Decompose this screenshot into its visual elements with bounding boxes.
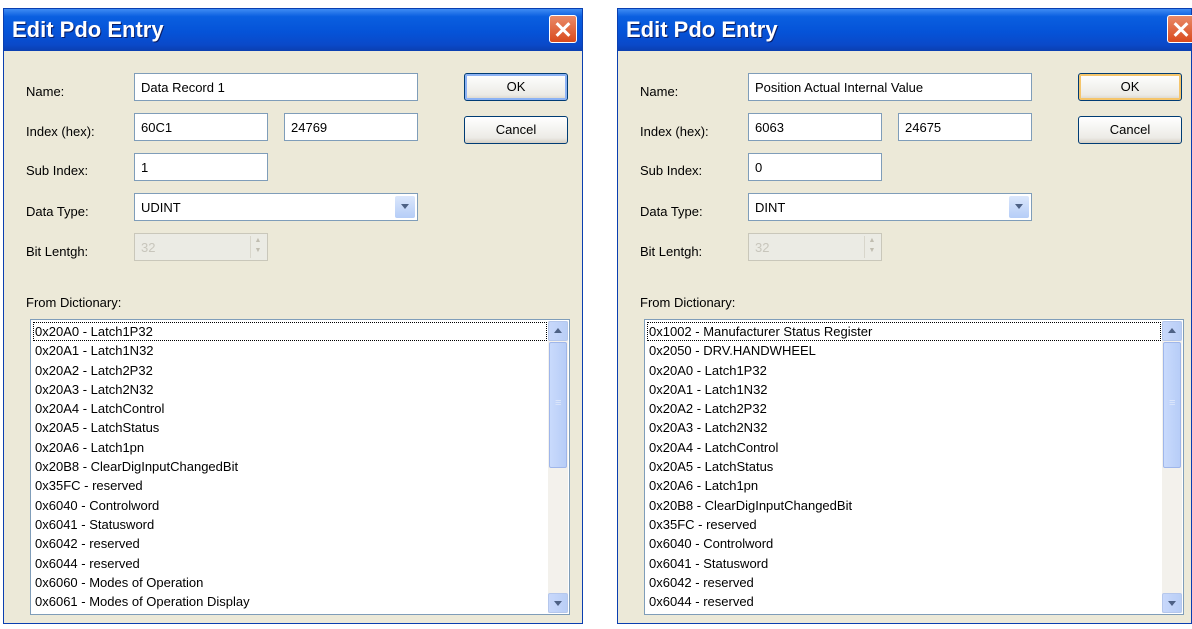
list-item[interactable]: 0x20A0 - Latch1P32: [33, 322, 547, 342]
bitlength-value: 32: [755, 240, 770, 255]
list-item[interactable]: 0x6061 - Modes of Operation Display: [33, 592, 547, 611]
list-item[interactable]: 0x6044 - reserved: [647, 592, 1161, 611]
dictionary-label: From Dictionary:: [26, 295, 122, 310]
list-item[interactable]: 0x20B8 - ClearDigInputChangedBit: [33, 457, 547, 476]
list-item[interactable]: 0x20A5 - LatchStatus: [33, 418, 547, 437]
index-label: Index (hex):: [640, 124, 709, 139]
subindex-field[interactable]: 0: [748, 153, 882, 181]
dictionary-items: 0x20A0 - Latch1P32 0x20A1 - Latch1N32 0x20…: [33, 322, 547, 611]
list-item[interactable]: 0x2050 - DRV.HANDWHEEL: [647, 341, 1161, 360]
list-item[interactable]: 0x6042 - reserved: [33, 534, 547, 553]
title-bar[interactable]: Edit Pdo Entry: [4, 9, 582, 51]
index-hex-field[interactable]: 60C1: [134, 113, 268, 141]
dialog-title: Edit Pdo Entry: [626, 17, 778, 42]
index-dec-field[interactable]: 24769: [284, 113, 418, 141]
index-label: Index (hex):: [26, 124, 95, 139]
arrow-up-icon[interactable]: [548, 321, 568, 341]
list-item[interactable]: 0x6060 - Modes of Operation: [33, 573, 547, 592]
list-item[interactable]: 0x20A6 - Latch1pn: [33, 438, 547, 457]
cancel-button[interactable]: Cancel: [1078, 116, 1182, 144]
dialog-title: Edit Pdo Entry: [12, 17, 164, 42]
dictionary-items: 0x1002 - Manufacturer Status Register 0x2…: [647, 322, 1161, 611]
list-item[interactable]: 0x20A3 - Latch2N32: [647, 418, 1161, 437]
list-item[interactable]: 0x20B8 - ClearDigInputChangedBit: [647, 496, 1161, 515]
vertical-scrollbar[interactable]: [1162, 321, 1182, 613]
index-hex-field[interactable]: 6063: [748, 113, 882, 141]
list-item[interactable]: 0x20A6 - Latch1pn: [647, 476, 1161, 495]
scroll-thumb[interactable]: [549, 342, 567, 468]
list-item[interactable]: 0x20A4 - LatchControl: [33, 399, 547, 418]
close-icon[interactable]: [549, 15, 577, 43]
subindex-field[interactable]: 1: [134, 153, 268, 181]
subindex-label: Sub Index:: [26, 163, 89, 178]
datatype-value: UDINT: [141, 200, 181, 215]
name-field[interactable]: Data Record 1: [134, 73, 418, 101]
list-item[interactable]: 0x6040 - Controlword: [33, 496, 547, 515]
list-item[interactable]: 0x20A1 - Latch1N32: [33, 341, 547, 360]
arrow-down-icon[interactable]: [1162, 593, 1182, 613]
bitlength-label: Bit Lentgh:: [640, 244, 703, 259]
chevron-down-icon[interactable]: [395, 196, 415, 218]
bitlength-spinner: 32 ▲ ▼: [748, 233, 882, 261]
list-item[interactable]: 0x35FC - reserved: [33, 476, 547, 495]
list-item[interactable]: 0x1002 - Manufacturer Status Register: [647, 322, 1161, 342]
spinner-arrows-icon: ▲ ▼: [864, 236, 879, 258]
list-item[interactable]: 0x20A2 - Latch2P32: [33, 361, 547, 380]
name-field[interactable]: Position Actual Internal Value: [748, 73, 1032, 101]
bitlength-value: 32: [141, 240, 156, 255]
list-item[interactable]: 0x20A2 - Latch2P32: [647, 399, 1161, 418]
list-item[interactable]: 0x20A3 - Latch2N32: [33, 380, 547, 399]
bitlength-label: Bit Lentgh:: [26, 244, 89, 259]
dictionary-label: From Dictionary:: [640, 295, 736, 310]
datatype-combobox[interactable]: UDINT: [134, 193, 418, 221]
edit-pdo-entry-dialog-2: Edit Pdo Entry Name: Position Actual Int…: [617, 8, 1192, 624]
close-icon[interactable]: [1167, 15, 1192, 43]
list-item[interactable]: 0x20A0 - Latch1P32: [647, 361, 1161, 380]
arrow-down-icon[interactable]: [548, 593, 568, 613]
list-item[interactable]: 0x20A5 - LatchStatus: [647, 457, 1161, 476]
list-item[interactable]: 0x6044 - reserved: [33, 554, 547, 573]
datatype-label: Data Type:: [640, 204, 703, 219]
name-label: Name:: [26, 84, 65, 99]
list-item[interactable]: 0x6042 - reserved: [647, 573, 1161, 592]
chevron-down-icon[interactable]: [1009, 196, 1029, 218]
scroll-thumb[interactable]: [1163, 342, 1181, 468]
index-dec-field[interactable]: 24675: [898, 113, 1032, 141]
vertical-scrollbar[interactable]: [548, 321, 568, 613]
cancel-button[interactable]: Cancel: [464, 116, 568, 144]
ok-button[interactable]: OK: [1078, 73, 1182, 101]
ok-button[interactable]: OK: [464, 73, 568, 101]
dictionary-listbox[interactable]: 0x20A0 - Latch1P32 0x20A1 - Latch1N32 0x20…: [30, 319, 570, 615]
bitlength-spinner: 32 ▲ ▼: [134, 233, 268, 261]
dictionary-listbox[interactable]: 0x1002 - Manufacturer Status Register 0x2…: [644, 319, 1184, 615]
spinner-arrows-icon: ▲ ▼: [250, 236, 265, 258]
datatype-combobox[interactable]: DINT: [748, 193, 1032, 221]
list-item[interactable]: 0x20A1 - Latch1N32: [647, 380, 1161, 399]
arrow-up-icon[interactable]: [1162, 321, 1182, 341]
list-item[interactable]: 0x6041 - Statusword: [33, 515, 547, 534]
datatype-value: DINT: [755, 200, 786, 215]
datatype-label: Data Type:: [26, 204, 89, 219]
title-bar[interactable]: Edit Pdo Entry: [618, 9, 1192, 51]
edit-pdo-entry-dialog-1: Edit Pdo Entry Name: Data Record 1 Index…: [3, 8, 583, 624]
list-item[interactable]: 0x35FC - reserved: [647, 515, 1161, 534]
list-item[interactable]: 0x6041 - Statusword: [647, 554, 1161, 573]
list-item[interactable]: 0x6040 - Controlword: [647, 534, 1161, 553]
list-item[interactable]: 0x20A4 - LatchControl: [647, 438, 1161, 457]
subindex-label: Sub Index:: [640, 163, 703, 178]
name-label: Name:: [640, 84, 679, 99]
